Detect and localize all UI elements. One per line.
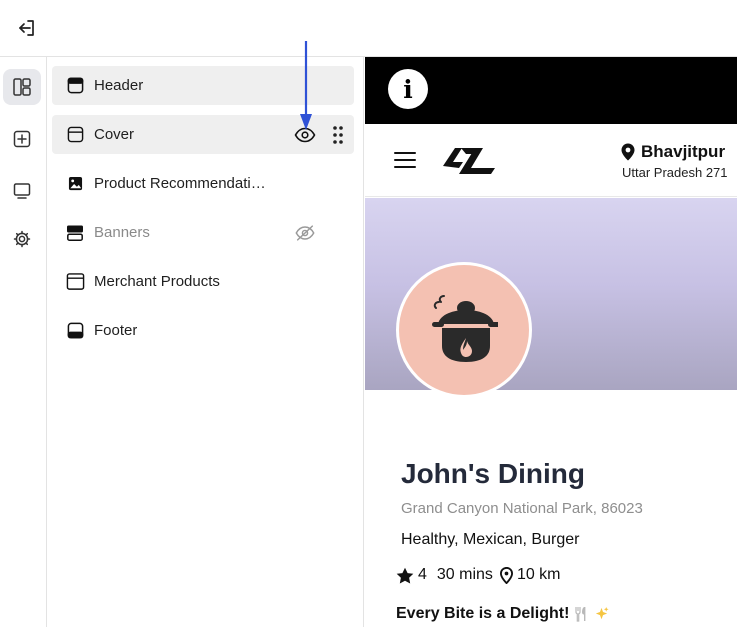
- restaurant-tagline: Every Bite is a Delight!: [396, 605, 610, 623]
- cooking-pot-icon: [432, 295, 498, 362]
- section-label: Merchant Products: [94, 273, 220, 290]
- section-label: Cover: [94, 126, 135, 143]
- restaurant-cuisines: Healthy, Mexican, Burger: [401, 531, 580, 548]
- footer-section-icon: [65, 321, 85, 341]
- sections-panel: Header Cover Product Recommendations Ban…: [47, 57, 364, 627]
- header-section-icon: [65, 76, 85, 96]
- info-bar: i: [365, 57, 737, 124]
- drag-handle-icon[interactable]: [330, 125, 346, 145]
- map-pin-icon: [499, 566, 513, 584]
- restaurant-avatar: [396, 262, 532, 398]
- section-product-recommendations[interactable]: Product Recommendations: [52, 164, 354, 203]
- merchant-products-section-icon: [65, 272, 85, 292]
- rating: 4: [396, 566, 427, 584]
- hamburger-menu-icon[interactable]: [394, 152, 416, 170]
- banners-section-icon: [65, 223, 85, 243]
- delivery-location[interactable]: Bhavjitpur Uttar Pradesh 271: [621, 142, 728, 180]
- location-city: Bhavjitpur: [641, 142, 726, 161]
- section-label: Footer: [94, 322, 138, 339]
- sparkles-icon: [593, 606, 610, 623]
- store-navbar: Bhavjitpur Uttar Pradesh 271: [365, 124, 737, 197]
- location-pin-icon: [621, 143, 635, 161]
- brand-logo: [439, 136, 497, 186]
- preview-monitor-icon[interactable]: [3, 173, 41, 209]
- distance: 10 km: [499, 566, 561, 584]
- section-label: Banners: [94, 224, 150, 241]
- left-rail: [0, 57, 47, 627]
- star-icon: [396, 567, 414, 583]
- image-section-icon: [65, 174, 85, 194]
- layout-icon[interactable]: [3, 69, 41, 105]
- delivery-time: 30 mins: [436, 566, 493, 583]
- section-merchant-products[interactable]: Merchant Products: [52, 262, 354, 301]
- restaurant-address: Grand Canyon National Park, 86023: [401, 500, 643, 517]
- info-icon[interactable]: i: [388, 69, 428, 109]
- restaurant-name: John's Dining: [401, 458, 585, 489]
- store-preview: i Bhavjitpur Uttar Pradesh 271 John's Di…: [365, 57, 737, 627]
- section-footer[interactable]: Footer: [52, 311, 354, 350]
- settings-gear-icon[interactable]: [3, 221, 41, 257]
- visibility-hidden-eye-icon[interactable]: [294, 223, 316, 243]
- annotation-arrow-icon: [300, 41, 312, 130]
- add-section-icon[interactable]: [3, 121, 41, 157]
- location-state: Uttar Pradesh 271: [622, 165, 728, 180]
- cover-section-icon: [65, 125, 85, 145]
- section-banners[interactable]: Banners: [52, 213, 354, 252]
- section-label: Header: [94, 77, 144, 94]
- fork-knife-icon: [574, 606, 588, 622]
- section-label: Product Recommendations: [94, 175, 274, 192]
- restaurant-meta: 4 30 mins 10 km: [396, 566, 561, 584]
- top-bar: [0, 0, 737, 57]
- exit-icon[interactable]: [16, 17, 38, 39]
